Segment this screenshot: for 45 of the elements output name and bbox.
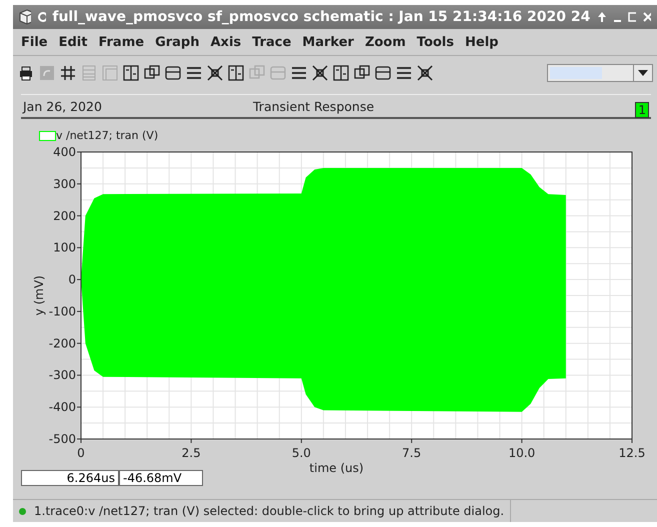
axis-tick-label: 7.5: [402, 446, 422, 460]
axis-tick-label: -300: [48, 368, 76, 382]
menu-item[interactable]: Trace: [248, 34, 298, 50]
grid-icon[interactable]: [59, 64, 77, 82]
window-title: full_wave_pmosvco sf_pmosvco schematic : Jan 15 21:34:16 2020 24: [52, 9, 590, 25]
dropdown-arrow-icon[interactable]: [638, 70, 648, 76]
axis-tick-label: 2.5: [182, 446, 201, 460]
axis-tick-label: 200: [53, 208, 76, 223]
axis-tick-label: 5.0: [292, 446, 311, 460]
close-icon[interactable]: [642, 11, 651, 23]
cube-icon: [19, 9, 32, 25]
menu-item[interactable]: Help: [461, 34, 506, 50]
axis-tick-label: -400: [48, 400, 76, 414]
status-message: 1.trace0:v /net127; tran (V) selected: double-click to bring up attribute dialog.: [34, 504, 504, 518]
graph-date: Jan 26, 2020: [23, 98, 103, 114]
y-axis-label: y (mV): [32, 275, 46, 316]
axis-tick-label: 10.0: [508, 446, 536, 460]
axis-tick-label: 400: [53, 145, 76, 159]
axis-tick-label: -200: [48, 336, 76, 350]
axis-tick-label: 0: [68, 272, 76, 287]
printer-icon[interactable]: [17, 64, 35, 82]
menu-item[interactable]: Marker: [298, 34, 361, 50]
split-icon[interactable]: [122, 64, 140, 82]
axis-tick-label: 12.5: [618, 446, 646, 460]
legend-label: v /net127; tran (V): [56, 129, 158, 142]
strip-icon[interactable]: [164, 64, 182, 82]
menu-item[interactable]: Graph: [151, 34, 206, 50]
axis-tick-label: 0: [77, 446, 85, 460]
menu-item[interactable]: Frame: [94, 34, 152, 50]
axis-tick-label: -100: [48, 304, 76, 318]
menu-item[interactable]: Tools: [412, 34, 461, 50]
axis-tick-label: 300: [53, 176, 76, 191]
cursor-x-readout: 6.264us: [21, 470, 119, 486]
graph-title: Transient Response: [253, 98, 376, 114]
menu-item[interactable]: Axis: [206, 34, 248, 50]
axis-tick-label: 100: [53, 240, 76, 255]
maximize-icon[interactable]: [626, 11, 636, 23]
x-axis-label: time (us): [309, 461, 364, 475]
subwindow-number[interactable]: 1: [635, 102, 649, 118]
up-arrow-icon[interactable]: [596, 11, 606, 23]
menu-item[interactable]: Edit: [54, 34, 94, 50]
menu-item[interactable]: File: [17, 34, 55, 50]
axis-tick-label: -500: [48, 432, 76, 446]
menu-item[interactable]: Zoom: [360, 34, 413, 50]
cursor-y-readout: -46.68mV: [119, 470, 203, 486]
